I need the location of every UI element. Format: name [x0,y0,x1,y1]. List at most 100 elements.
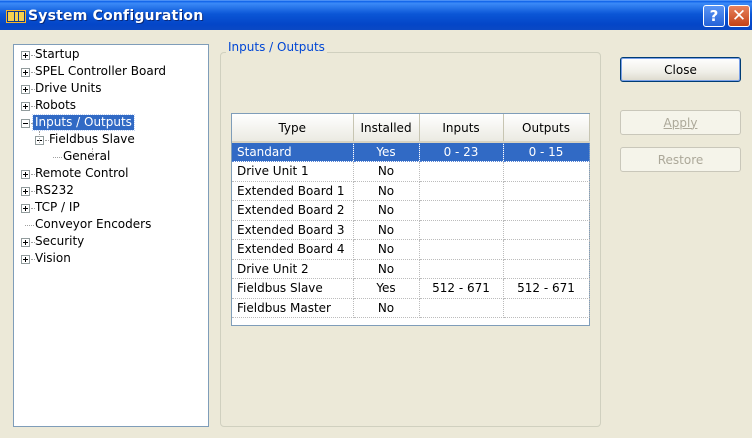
table-header-row: Type Installed Inputs Outputs [232,114,590,143]
cell-outputs [503,298,590,318]
tree-item[interactable]: TCP / IP [14,200,208,217]
tree-item-label[interactable]: Security [33,234,86,249]
table-row[interactable]: Extended Board 4 No [232,239,590,260]
group-title: Inputs / Outputs [226,40,327,54]
cell-type: Standard [232,142,354,162]
tree-item-label[interactable]: General [61,149,112,164]
help-button[interactable]: ? [703,5,725,27]
tree-item[interactable]: Startup [14,47,208,64]
cell-installed: No [353,161,420,182]
expand-icon[interactable] [21,68,30,77]
expand-icon[interactable] [21,51,30,60]
title-bar[interactable]: System Configuration ? ✕ [0,0,752,30]
expand-icon[interactable] [21,102,30,111]
io-board-icon [6,10,26,23]
expand-icon[interactable] [21,85,30,94]
table-row[interactable]: Extended Board 3 No [232,220,590,240]
tree-item-label[interactable]: SPEL Controller Board [33,64,168,79]
cell-outputs [503,200,590,221]
tree-item-label[interactable]: Fieldbus Slave [47,132,137,147]
expand-icon[interactable] [21,255,30,264]
cell-type: Fieldbus Slave [232,278,354,299]
cell-type: Drive Unit 1 [232,161,354,182]
tree-item[interactable]: Remote Control [14,166,208,183]
cell-outputs [503,220,590,240]
cell-type: Extended Board 2 [232,200,354,221]
tree-item[interactable]: Fieldbus Slave [14,132,208,149]
cell-inputs [419,298,504,318]
window-title: System Configuration [28,8,204,24]
tree-item-label[interactable]: Startup [33,47,82,62]
tree-item-label[interactable]: Inputs / Outputs [32,114,135,131]
cell-installed: Yes [353,278,420,299]
tree-item[interactable]: Inputs / Outputs [14,114,208,132]
cell-installed: No [353,239,420,260]
cell-installed: Yes [353,142,420,162]
cell-type: Drive Unit 2 [232,259,354,279]
cell-type: Extended Board 1 [232,181,354,201]
cell-installed: No [353,259,420,279]
table-row[interactable]: Extended Board 2 No [232,200,590,221]
cell-inputs [419,239,504,260]
tree-item[interactable]: Drive Units [14,81,208,98]
cell-installed: No [353,220,420,240]
tree-connector [92,148,93,160]
cell-type: Fieldbus Master [232,298,354,318]
collapse-icon[interactable] [21,119,30,128]
cell-inputs: 512 - 671 [419,278,504,299]
expand-icon[interactable] [21,238,30,247]
tree-item-label[interactable]: Robots [33,98,78,113]
config-tree[interactable]: Startup SPEL Controller Board Drive Units R… [13,44,209,427]
column-header-type[interactable]: Type [232,114,354,143]
column-header-installed[interactable]: Installed [353,114,420,143]
tree-connector [39,131,40,143]
window-close-button[interactable]: ✕ [728,5,750,27]
table-row[interactable]: Standard Yes 0 - 23 0 - 15 [232,142,590,162]
tree-item-label[interactable]: Conveyor Encoders [33,217,153,232]
tree-item-label[interactable]: Vision [33,251,73,266]
cell-type: Extended Board 4 [232,239,354,260]
cell-outputs [503,181,590,201]
table-row[interactable]: Fieldbus Slave Yes 512 - 671 512 - 671 [232,278,590,299]
cell-inputs [419,161,504,182]
tree-item[interactable]: General [14,149,208,166]
tree-item[interactable]: SPEL Controller Board [14,64,208,81]
table-row[interactable]: Fieldbus Master No [232,298,590,318]
close-icon: ✕ [731,6,747,26]
cell-outputs [503,161,590,182]
tree-item[interactable]: Security [14,234,208,251]
tree-item[interactable]: Robots [14,98,208,115]
question-icon: ? [709,7,719,25]
tree-item-label[interactable]: TCP / IP [33,200,82,215]
column-header-inputs[interactable]: Inputs [419,114,504,143]
cell-inputs: 0 - 23 [419,142,504,162]
cell-type: Extended Board 3 [232,220,354,240]
expand-icon[interactable] [21,187,30,196]
cell-installed: No [353,181,420,201]
tree-item-label[interactable]: Remote Control [33,166,131,181]
cell-outputs: 512 - 671 [503,278,590,299]
expand-icon[interactable] [21,170,30,179]
tree-item[interactable]: Conveyor Encoders [14,217,208,234]
tree-item[interactable]: Vision [14,251,208,268]
tree-item-label[interactable]: RS232 [33,183,76,198]
cell-inputs [419,181,504,201]
apply-label: Apply [663,115,698,130]
restore-button[interactable]: Restore [620,147,741,172]
cell-outputs: 0 - 15 [503,142,590,162]
apply-button[interactable]: Apply [620,110,741,135]
cell-installed: No [353,200,420,221]
table-row[interactable]: Extended Board 1 No [232,181,590,201]
io-table[interactable]: Type Installed Inputs Outputs Standard Ye… [231,113,590,326]
tree-item-label[interactable]: Drive Units [33,81,104,96]
cell-inputs [419,220,504,240]
cell-outputs [503,259,590,279]
cell-outputs [503,239,590,260]
close-button[interactable]: Close [620,57,741,82]
table-row[interactable]: Drive Unit 2 No [232,259,590,279]
table-row[interactable]: Drive Unit 1 No [232,161,590,182]
cell-installed: No [353,298,420,318]
expand-icon[interactable] [21,204,30,213]
column-header-outputs[interactable]: Outputs [503,114,590,143]
tree-item[interactable]: RS232 [14,183,208,200]
